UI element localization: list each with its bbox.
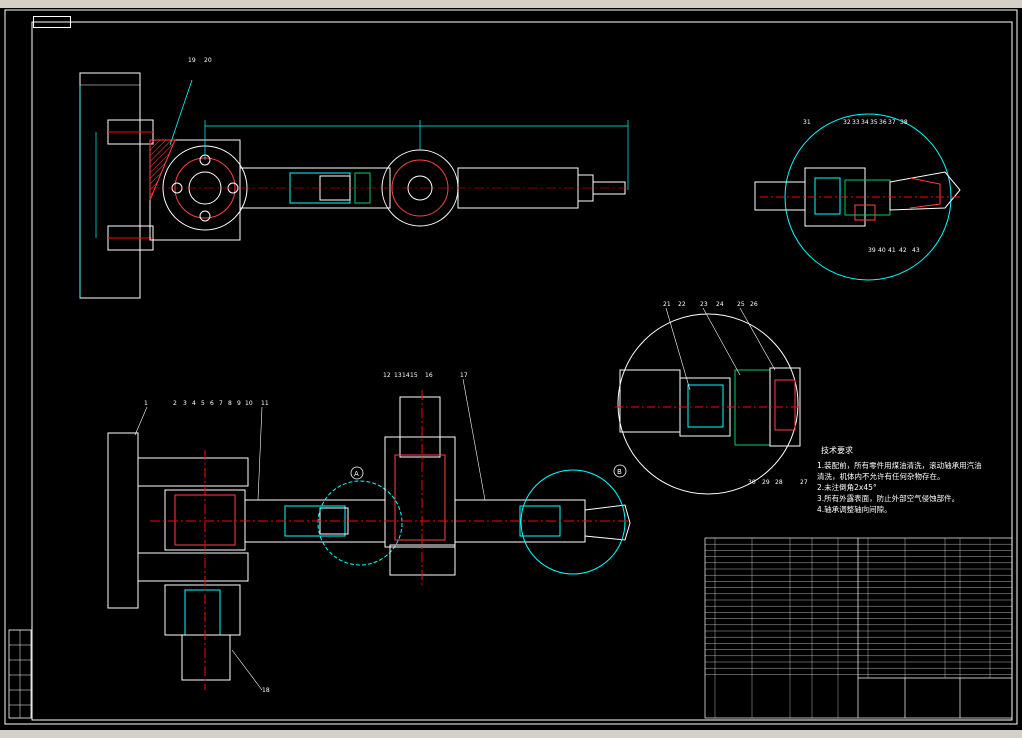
callout-14: 14 bbox=[402, 372, 410, 379]
callout-10: 10 bbox=[245, 400, 253, 407]
callout-15: 15 bbox=[410, 372, 418, 379]
callout-6: 6 bbox=[210, 400, 214, 407]
drawing-inner-border bbox=[31, 21, 1013, 721]
callout-42: 42 bbox=[899, 247, 907, 254]
callout-21: 21 bbox=[663, 301, 671, 308]
tech-req-line-5: 4.轴承调整轴向间隙。 bbox=[817, 505, 892, 514]
parts-list-rows bbox=[705, 538, 1012, 718]
callout-35: 35 bbox=[870, 119, 878, 126]
callout-4: 4 bbox=[192, 400, 196, 407]
detail-b-view bbox=[754, 113, 961, 281]
tech-req-title: 技术要求 bbox=[821, 446, 853, 455]
front-view-callouts: 1 2 3 4 5 6 7 8 9 10 11 12 13 14 15 16 1… bbox=[144, 372, 468, 694]
cad-drawing-canvas[interactable]: 19 20 A B 1 2 3 4 5 6 7 8 9 10 11 12 13 … bbox=[0, 8, 1022, 730]
callout-8: 8 bbox=[228, 400, 232, 407]
front-view bbox=[107, 390, 631, 690]
callout-2: 2 bbox=[173, 400, 177, 407]
detail-b-callouts: 31 32 33 34 35 36 37 38 39 40 41 42 43 bbox=[803, 119, 920, 254]
circle-b-label: B bbox=[617, 468, 622, 476]
drawing-tab-marker bbox=[33, 16, 71, 28]
callout-23: 23 bbox=[700, 301, 708, 308]
callout-17: 17 bbox=[460, 372, 468, 379]
callout-30: 30 bbox=[748, 479, 756, 486]
callout-1: 1 bbox=[144, 400, 148, 407]
callout-43: 43 bbox=[912, 247, 920, 254]
callout-9: 9 bbox=[237, 400, 241, 407]
window-top-bar bbox=[0, 0, 1022, 8]
callout-29: 29 bbox=[762, 479, 770, 486]
callout-32: 32 bbox=[843, 119, 851, 126]
base-plate bbox=[79, 72, 141, 299]
callout-11: 11 bbox=[261, 400, 269, 407]
callout-16: 16 bbox=[425, 372, 433, 379]
callout-3: 3 bbox=[183, 400, 187, 407]
callout-22: 22 bbox=[678, 301, 686, 308]
callout-19: 19 bbox=[188, 57, 196, 64]
tech-req-line-2: 清洗，机体内不允许有任何杂物存在。 bbox=[817, 472, 945, 481]
window-bottom-bar bbox=[0, 730, 1022, 738]
circle-a-label: A bbox=[354, 470, 359, 478]
callout-34: 34 bbox=[861, 119, 869, 126]
callout-24: 24 bbox=[716, 301, 724, 308]
callout-33: 33 bbox=[852, 119, 860, 126]
callout-13: 13 bbox=[394, 372, 402, 379]
detail-a-view bbox=[615, 313, 801, 495]
top-view bbox=[79, 72, 630, 299]
callout-20: 20 bbox=[204, 57, 212, 64]
tech-req-line-4: 3.所有外露表面，防止外部空气侵蚀部件。 bbox=[817, 494, 960, 503]
callout-36: 36 bbox=[879, 119, 887, 126]
callout-37: 37 bbox=[888, 119, 896, 126]
drawing-outer-border bbox=[4, 9, 1018, 725]
tech-req-line-1: 1.装配前，所有零件用煤油清洗，滚动轴承用汽油 bbox=[817, 461, 982, 470]
callout-12: 12 bbox=[383, 372, 391, 379]
callout-5: 5 bbox=[201, 400, 205, 407]
callout-38: 38 bbox=[900, 119, 908, 126]
parts-list-table bbox=[704, 537, 1013, 719]
callout-28: 28 bbox=[775, 479, 783, 486]
callout-31: 31 bbox=[803, 119, 811, 126]
callout-25: 25 bbox=[737, 301, 745, 308]
callout-41: 41 bbox=[888, 247, 896, 254]
callout-7: 7 bbox=[219, 400, 223, 407]
callout-39: 39 bbox=[868, 247, 876, 254]
callout-27: 27 bbox=[800, 479, 808, 486]
technical-requirements: 技术要求 1.装配前，所有零件用煤油清洗，滚动轴承用汽油 清洗，机体内不允许有任… bbox=[817, 445, 982, 515]
callout-18: 18 bbox=[262, 687, 270, 694]
callout-40: 40 bbox=[878, 247, 886, 254]
callout-26: 26 bbox=[750, 301, 758, 308]
tech-req-line-3: 2.未注倒角2x45° bbox=[817, 483, 877, 492]
